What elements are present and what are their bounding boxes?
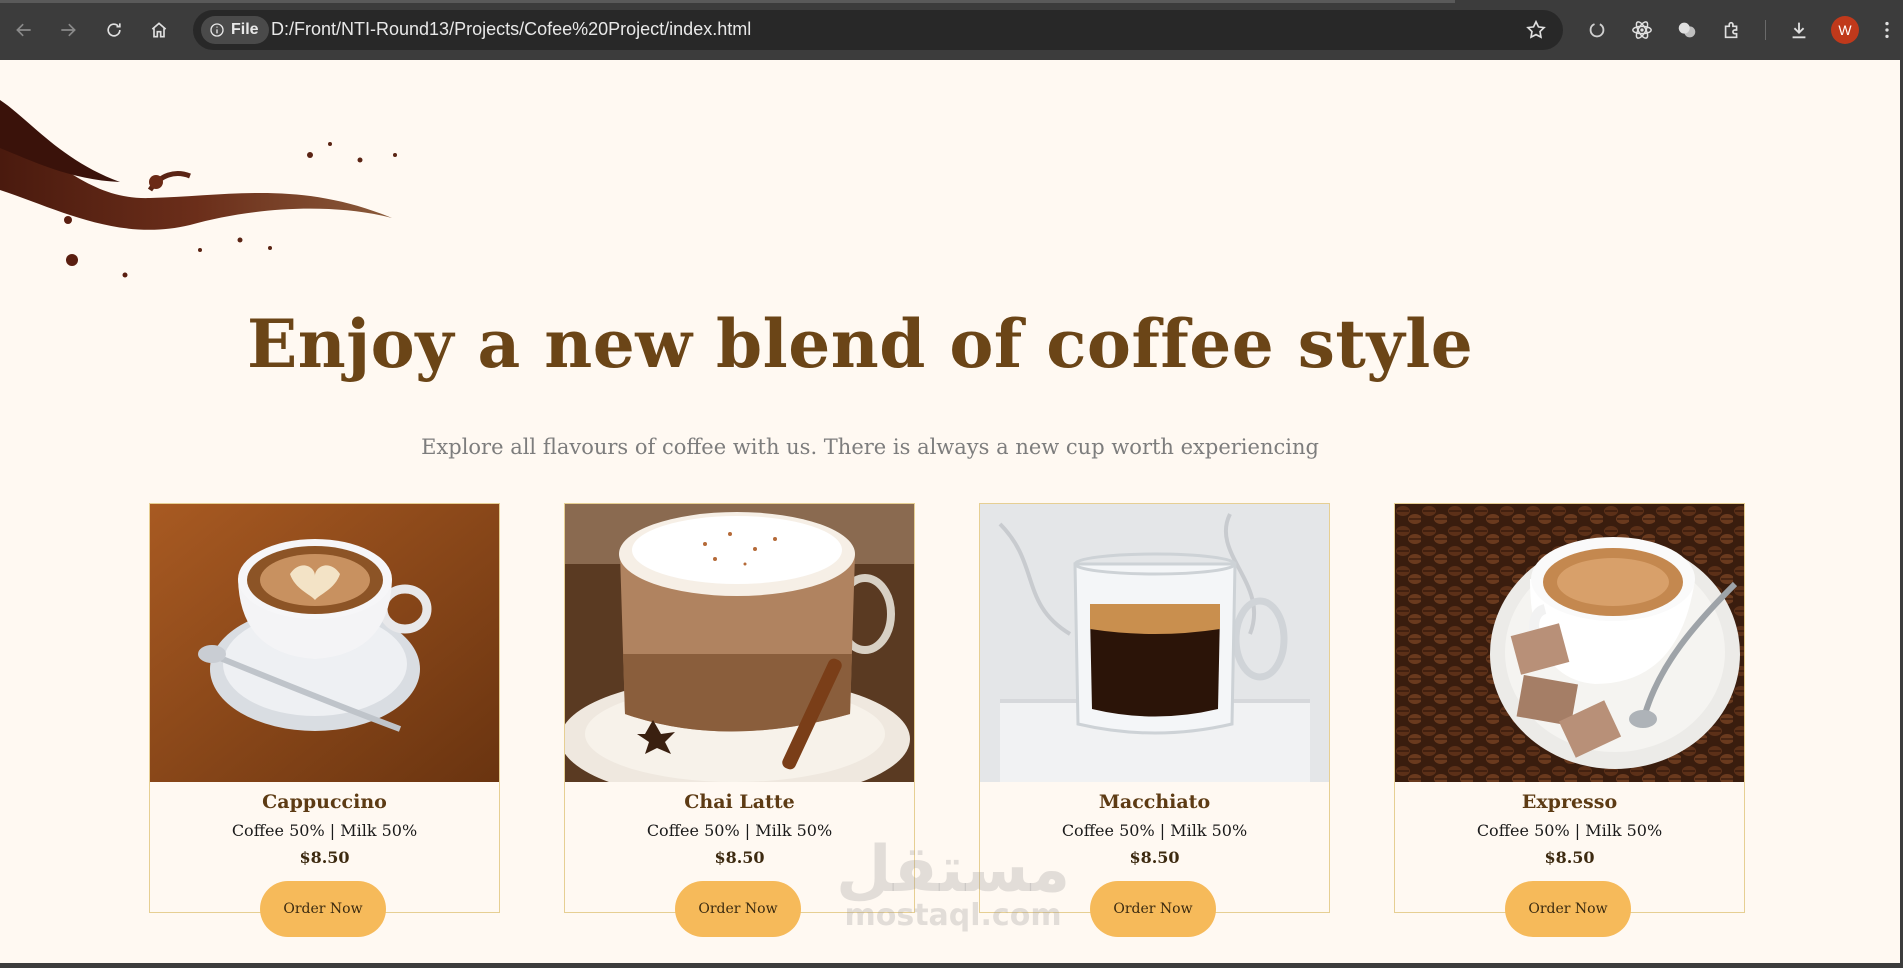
toolbar-divider [1765, 20, 1766, 40]
url-text[interactable]: D:/Front/NTI-Round13/Projects/Cofee%20Pr… [271, 19, 751, 40]
color-extension-button[interactable] [1675, 18, 1699, 42]
home-icon [151, 22, 167, 38]
file-chip-label: File [231, 21, 259, 38]
watermark-latin: mostaql.com [844, 898, 1062, 933]
order-now-button[interactable]: Order Now [675, 881, 801, 937]
product-name: Cappuccino [262, 791, 387, 813]
expresso-photo [1395, 504, 1744, 782]
product-name: Chai Latte [684, 791, 795, 813]
page-viewport: Enjoy a new blend of coffee style Explor… [0, 60, 1900, 963]
coffee-splash-image [0, 100, 397, 278]
info-icon [210, 23, 224, 37]
site-info-chip[interactable]: File [201, 16, 269, 44]
puzzle-icon [1724, 21, 1738, 39]
watermark-arabic: مستقل [836, 833, 1071, 907]
mostaql-watermark: مستقل mostaql.com [836, 833, 1071, 933]
order-now-button[interactable]: Order Now [1505, 881, 1631, 937]
palette-icon [1678, 22, 1696, 38]
profile-avatar[interactable]: W [1831, 16, 1859, 44]
arrow-right-icon [61, 23, 76, 37]
product-price: $8.50 [1544, 848, 1595, 867]
reload-icon [107, 23, 121, 37]
back-button[interactable] [10, 16, 38, 44]
macchiato-photo [980, 504, 1329, 782]
extensions-button[interactable] [1720, 18, 1744, 42]
circle-refresh-icon [1589, 22, 1605, 38]
address-bar[interactable]: File D:/Front/NTI-Round13/Projects/Cofee… [193, 10, 1563, 50]
react-devtools-button[interactable] [1630, 18, 1654, 42]
product-card-expresso: Expresso Coffee 50% | Milk 50% $8.50 Ord… [1394, 503, 1745, 937]
sync-extension-button[interactable] [1585, 18, 1609, 42]
atom-icon [1632, 21, 1652, 39]
hero-subtitle: Explore all flavours of coffee with us. … [421, 435, 1319, 459]
menu-button[interactable] [1875, 18, 1899, 42]
chai-latte-photo [565, 504, 914, 782]
order-now-button[interactable]: Order Now [1090, 881, 1216, 937]
product-price: $8.50 [299, 848, 350, 867]
product-ratio: Coffee 50% | Milk 50% [1476, 821, 1663, 840]
arrow-left-icon [16, 23, 31, 37]
forward-button[interactable] [54, 16, 82, 44]
bookmark-star-icon[interactable] [1525, 19, 1547, 41]
product-name: Macchiato [1098, 791, 1211, 813]
browser-toolbar: File D:/Front/NTI-Round13/Projects/Cofee… [0, 0, 1903, 60]
downloads-button[interactable] [1787, 18, 1811, 42]
cappuccino-photo [150, 504, 499, 782]
order-now-button[interactable]: Order Now [260, 881, 386, 937]
kebab-menu-icon [1885, 21, 1889, 39]
loading-bar [0, 0, 1455, 3]
hero-title: Enjoy a new blend of coffee style [247, 305, 1474, 383]
window-bottom-edge [0, 963, 1903, 968]
product-name: Expresso [1521, 791, 1618, 813]
product-ratio: Coffee 50% | Milk 50% [231, 821, 418, 840]
download-icon [1792, 22, 1806, 39]
reload-button[interactable] [100, 16, 128, 44]
product-card-cappuccino: Cappuccino Coffee 50% | Milk 50% $8.50 O… [149, 503, 500, 937]
home-button[interactable] [145, 16, 173, 44]
